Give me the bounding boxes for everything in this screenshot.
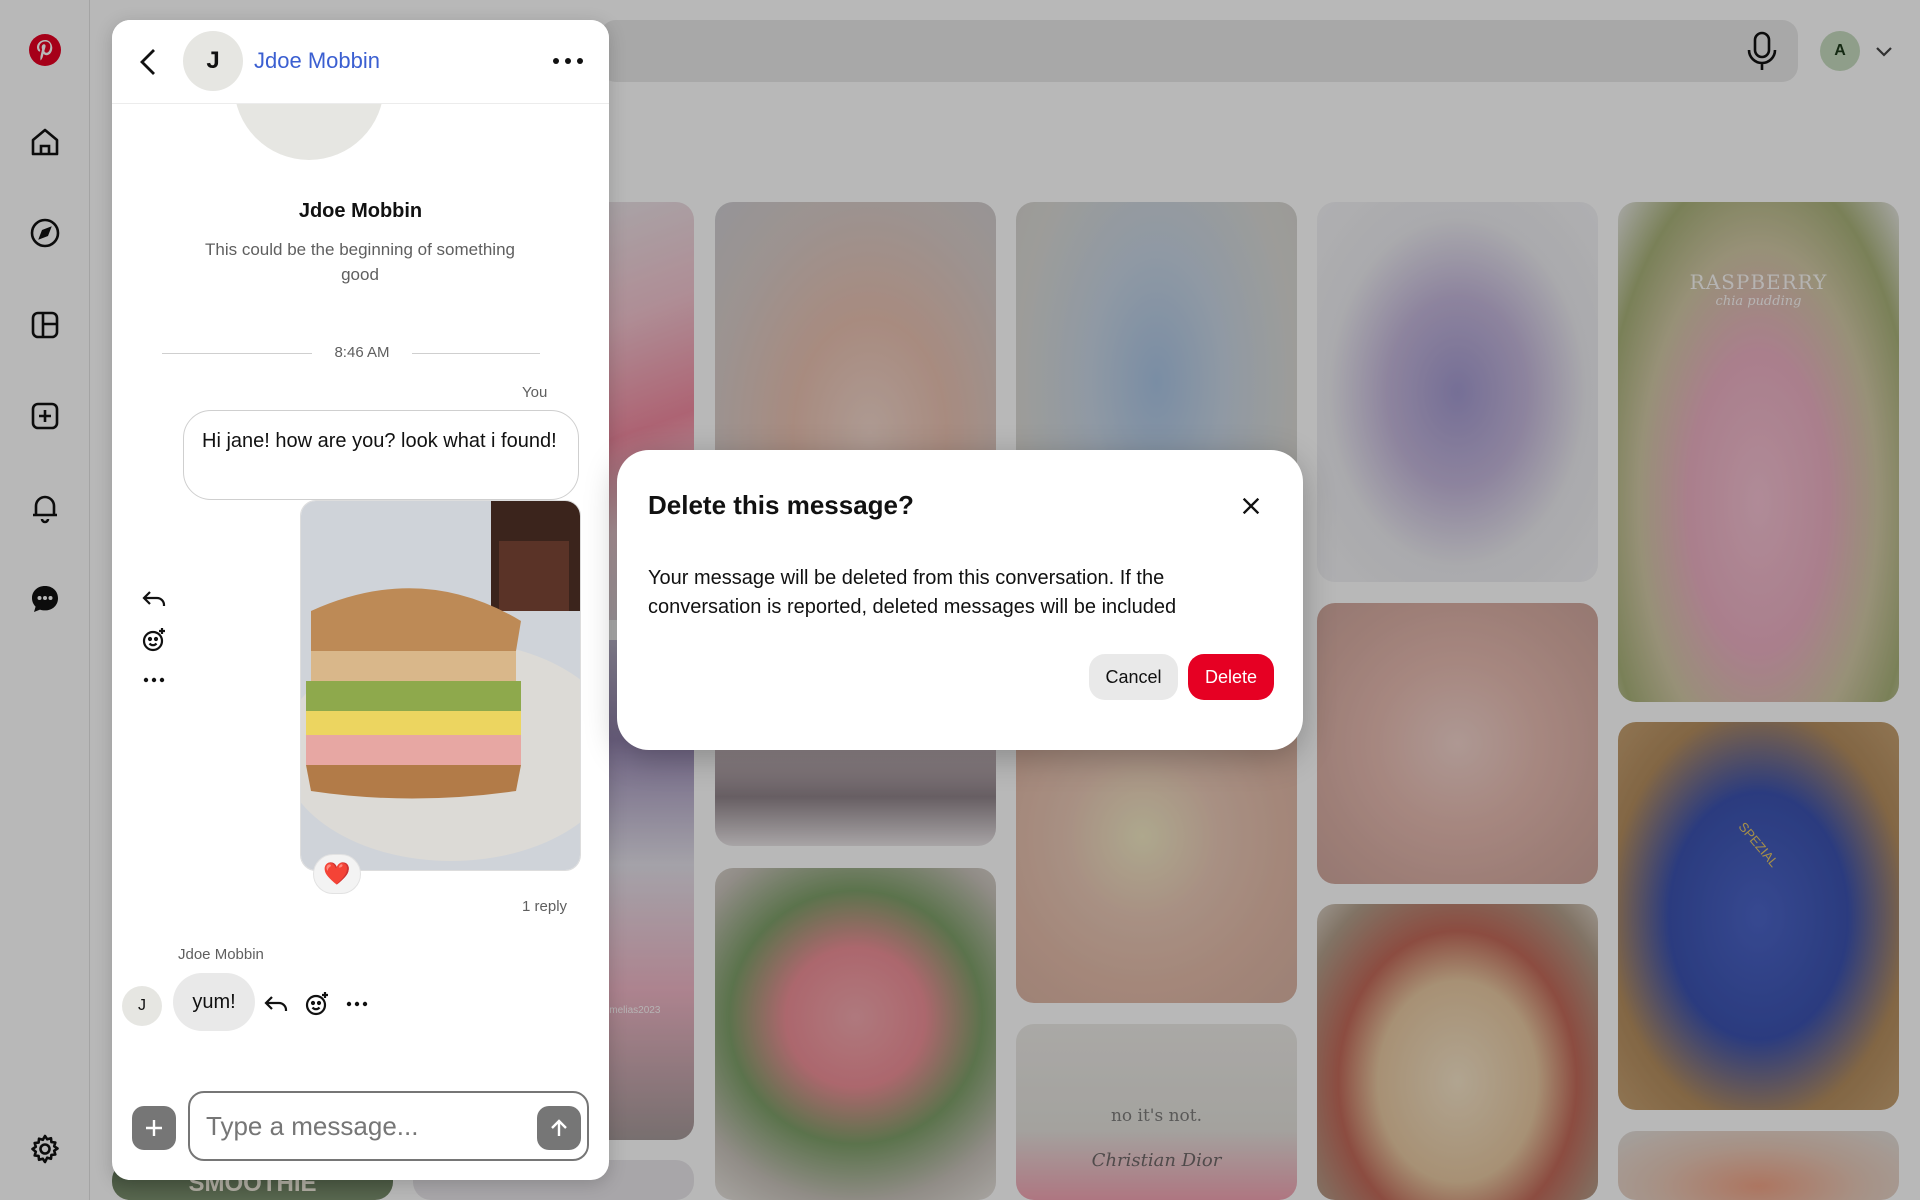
cancel-button[interactable]: Cancel bbox=[1089, 654, 1178, 700]
sender-avatar[interactable]: J bbox=[122, 986, 162, 1026]
message-timestamp: 8:46 AM bbox=[334, 344, 390, 361]
more-options-icon[interactable] bbox=[343, 990, 371, 1018]
add-reaction-icon[interactable] bbox=[303, 990, 331, 1018]
timestamp-divider bbox=[162, 353, 312, 354]
more-options-icon[interactable] bbox=[140, 666, 168, 694]
conversation-panel: Jdoe Mobbin This could be the beginning … bbox=[112, 20, 609, 1180]
delete-button[interactable]: Delete bbox=[1188, 654, 1274, 700]
contact-avatar[interactable]: J bbox=[183, 31, 243, 91]
dialog-body-text: Your message will be deleted from this c… bbox=[648, 567, 1177, 618]
dialog-title: Delete this message? bbox=[648, 490, 914, 520]
shared-sandwich-photo[interactable] bbox=[300, 500, 581, 871]
delete-message-dialog: Delete this message? Your message will b… bbox=[617, 450, 1303, 750]
add-attachment-button[interactable] bbox=[132, 1106, 176, 1150]
message-input-box[interactable] bbox=[188, 1091, 589, 1161]
timestamp-divider bbox=[412, 353, 540, 354]
message-input[interactable] bbox=[206, 1105, 526, 1147]
sender-name-label: Jdoe Mobbin bbox=[178, 946, 264, 963]
add-reaction-icon[interactable] bbox=[140, 626, 168, 654]
back-arrow-icon[interactable] bbox=[132, 44, 168, 80]
their-message-bubble[interactable]: yum! bbox=[173, 973, 255, 1031]
send-button[interactable] bbox=[537, 1106, 581, 1150]
profile-name: Jdoe Mobbin bbox=[298, 200, 423, 222]
reply-arrow-icon[interactable] bbox=[262, 990, 290, 1018]
close-icon[interactable] bbox=[1235, 490, 1267, 522]
reply-count-link[interactable]: 1 reply bbox=[522, 898, 567, 915]
heart-reaction-badge[interactable]: ❤️ bbox=[313, 854, 361, 894]
my-message-bubble[interactable]: Hi jane! how are you? look what i found! bbox=[183, 410, 579, 500]
profile-subtitle: This could be the beginning of something… bbox=[205, 240, 515, 284]
sender-you-label: You bbox=[522, 384, 548, 401]
reply-arrow-icon[interactable] bbox=[140, 585, 168, 613]
contact-name[interactable]: Jdoe Mobbin bbox=[254, 48, 380, 74]
more-options-icon[interactable] bbox=[548, 50, 588, 72]
conversation-header: J Jdoe Mobbin bbox=[112, 20, 609, 104]
